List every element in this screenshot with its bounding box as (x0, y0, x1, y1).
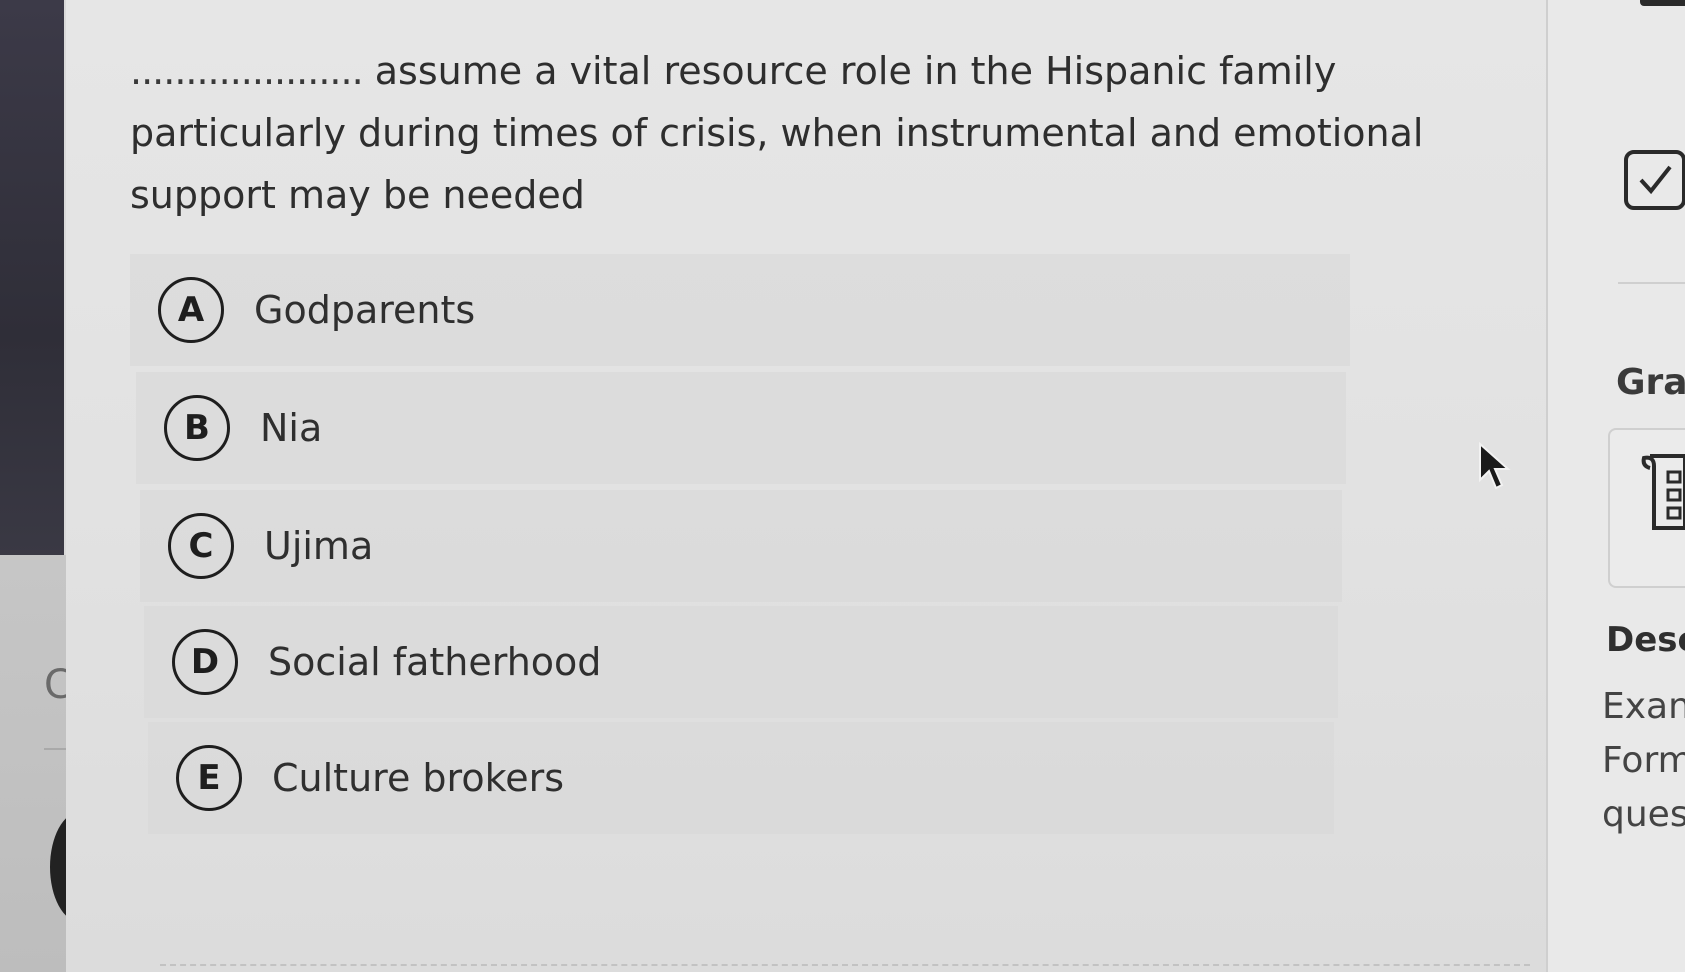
checkmark-icon (1639, 165, 1672, 195)
option-letter-circle[interactable]: A (158, 277, 224, 343)
answer-option-b[interactable]: B Nia (136, 372, 1346, 484)
description-line: Exan (1602, 686, 1685, 727)
option-letter-circle[interactable]: D (172, 629, 238, 695)
question-blank: ..................... (130, 49, 364, 93)
option-letter-circle[interactable]: E (176, 745, 242, 811)
right-panel-divider (1618, 282, 1685, 284)
option-label[interactable]: Ujima (264, 524, 373, 568)
option-letter-circle[interactable]: C (168, 513, 234, 579)
answer-option-c[interactable]: C Ujima (140, 490, 1342, 602)
description-heading: Desc (1606, 620, 1685, 660)
option-label[interactable]: Social fatherhood (268, 640, 601, 684)
panel-divider (160, 964, 1530, 966)
answer-option-e[interactable]: E Culture brokers (148, 722, 1334, 834)
option-label[interactable]: Godparents (254, 288, 475, 332)
option-label[interactable]: Nia (260, 406, 322, 450)
description-line: ques (1602, 794, 1685, 835)
gradebook-sheet-icon (1641, 454, 1685, 530)
option-letter-circle[interactable]: B (164, 395, 230, 461)
mouse-cursor-icon (1479, 442, 1511, 490)
answer-option-a[interactable]: A Godparents (130, 254, 1350, 366)
left-sidebar (0, 0, 64, 560)
question-text: ..................... assume a vital res… (130, 40, 1460, 226)
answer-option-d[interactable]: D Social fatherhood (144, 606, 1338, 718)
checkbox-checked-icon[interactable] (1624, 150, 1685, 210)
option-label[interactable]: Culture brokers (272, 756, 564, 800)
grade-heading: Gra (1616, 362, 1685, 403)
description-line: Form (1602, 740, 1685, 781)
top-right-icon-fragment (1640, 0, 1685, 6)
